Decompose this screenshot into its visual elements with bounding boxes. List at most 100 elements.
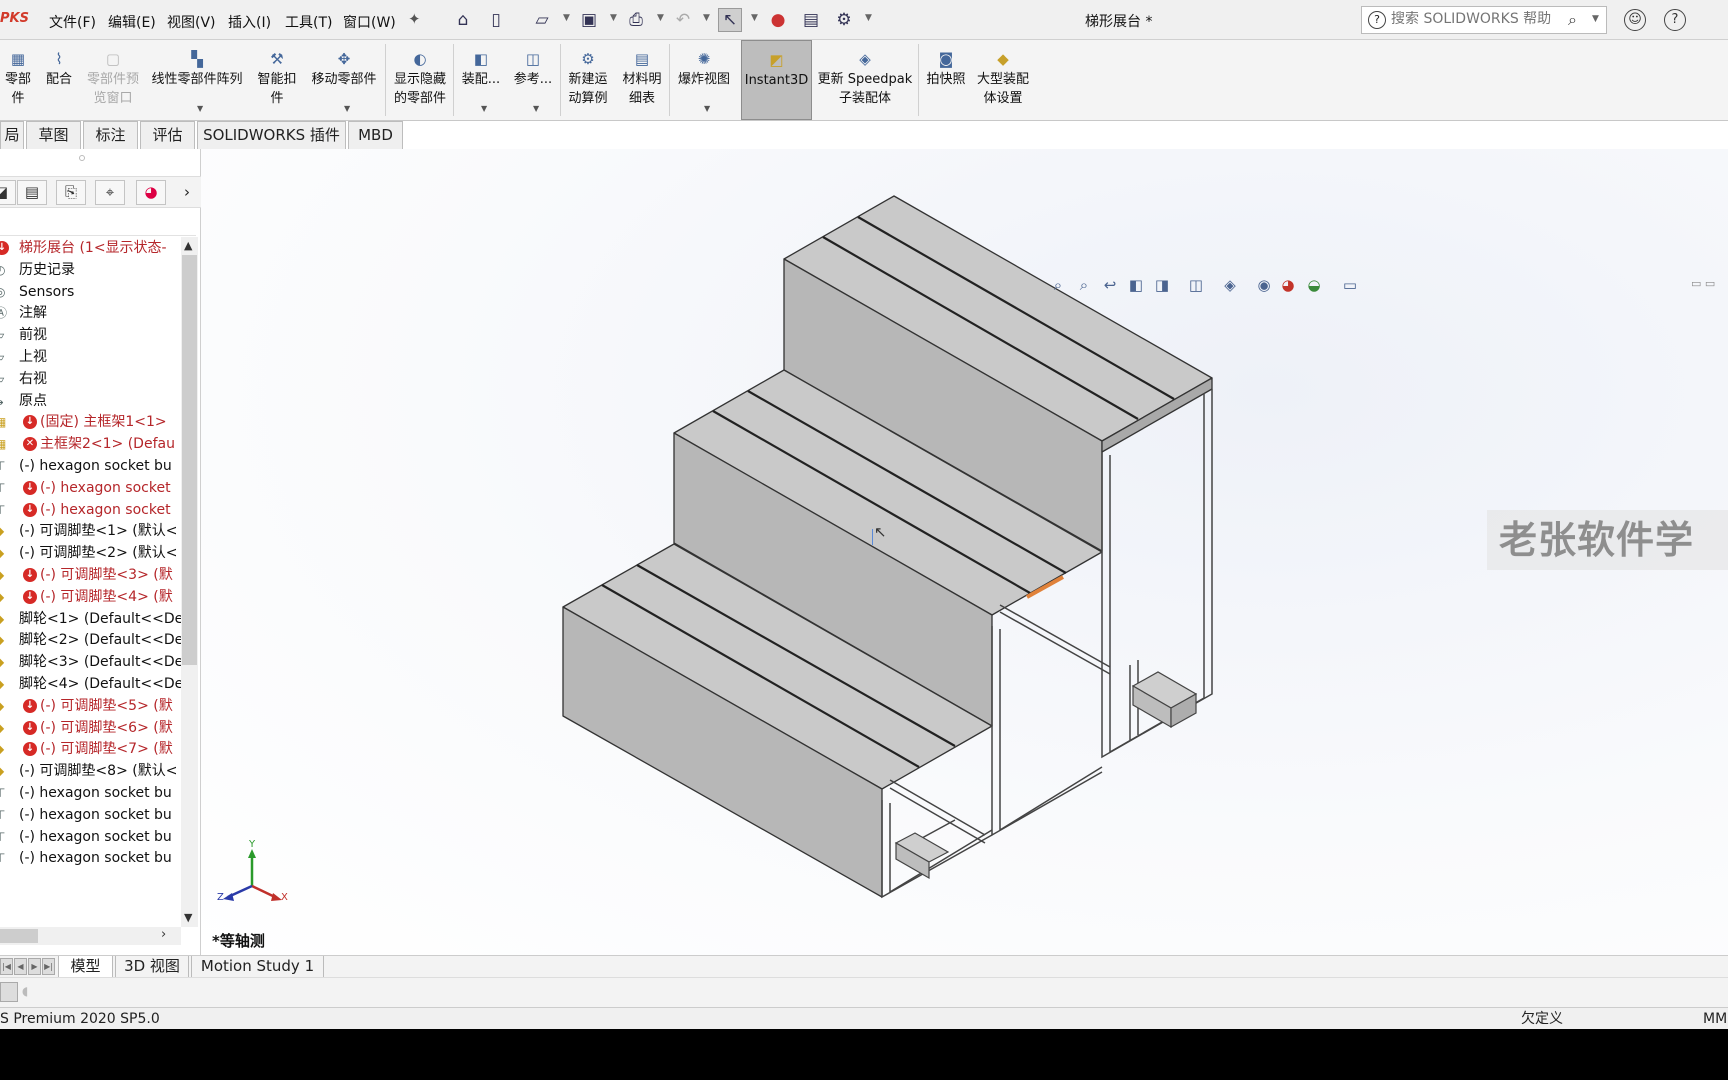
menu-tools[interactable]: 工具(T) — [285, 12, 332, 32]
options-dropdown-icon[interactable]: ▼ — [865, 13, 872, 23]
tree-item[interactable]: ↳ 原点 — [0, 390, 181, 412]
menu-file[interactable]: 文件(F) — [49, 12, 96, 32]
print-dropdown-icon[interactable]: ▼ — [657, 13, 664, 23]
section-view-icon[interactable]: ◧ — [1125, 274, 1147, 296]
menu-edit[interactable]: 编辑(E) — [108, 12, 156, 32]
apply-scene-icon[interactable]: ◒ — [1303, 274, 1325, 296]
panel-grip-icon[interactable] — [79, 155, 85, 161]
reference-geometry-button[interactable]: ◫ 参考... ▼ — [508, 40, 558, 120]
tree-item[interactable]: ⊤ ↓ (-) hexagon socket — [0, 499, 181, 521]
tab-sketch[interactable]: 草图 — [26, 121, 81, 149]
configuration-manager-tab-icon[interactable]: ⎘ — [56, 180, 86, 205]
menu-window[interactable]: 窗口(W) — [343, 12, 396, 32]
tree-item[interactable]: ◆ (-) 可调脚垫<2> (默认< — [0, 542, 181, 564]
linear-pattern-button[interactable]: ▚ 线性零部件阵列 ▼ — [146, 40, 248, 120]
first-tab-icon[interactable]: |◀ — [0, 958, 13, 975]
scroll-right-icon[interactable]: › — [161, 927, 166, 942]
display-style-icon[interactable]: ◈ — [1219, 274, 1241, 296]
tree-item[interactable]: ⊤ (-) hexagon socket bu — [0, 804, 181, 826]
tab-mbd[interactable]: MBD — [348, 121, 403, 149]
search-input[interactable] — [1391, 11, 1551, 27]
property-manager-tab-icon[interactable]: ▤ — [17, 180, 47, 205]
tree-item[interactable]: ◆ 脚轮<4> (Default<<De — [0, 673, 181, 695]
update-speedpak-button[interactable]: ◈ 更新 Speedpak 子装配体 — [815, 40, 915, 120]
traffic-light-icon[interactable]: ● — [766, 8, 790, 32]
file-properties-icon[interactable]: ▤ — [799, 8, 823, 32]
tree-horizontal-scrollbar[interactable]: › — [0, 927, 181, 945]
chevron-right-icon[interactable]: › — [184, 183, 190, 201]
tree-item[interactable]: ▱ 右视 — [0, 368, 181, 390]
dimxpert-tab-icon[interactable]: ⌖ — [95, 180, 125, 205]
dropdown-arrow-icon[interactable]: ▼ — [533, 99, 539, 118]
view-settings-icon[interactable]: ▭ — [1339, 274, 1361, 296]
print-icon[interactable]: ⎙ — [624, 8, 648, 32]
open-dropdown-icon[interactable]: ▼ — [563, 13, 570, 23]
tree-filter[interactable] — [0, 208, 196, 236]
tree-item[interactable]: ◎ Sensors — [0, 281, 181, 303]
component-preview-button[interactable]: ▢ 零部件预 览窗口 — [82, 40, 144, 120]
scroll-thumb[interactable] — [0, 929, 38, 943]
menu-insert[interactable]: 插入(I) — [228, 12, 271, 32]
scroll-thumb[interactable] — [182, 255, 197, 665]
dropdown-arrow-icon[interactable]: ▼ — [197, 99, 203, 118]
tree-item[interactable]: ◆ ↓(-) 可调脚垫<5> (默 — [0, 695, 181, 717]
tree-item[interactable]: ◆ (-) 可调脚垫<8> (默认< — [0, 760, 181, 782]
view-orientation-icon[interactable]: ◫ — [1185, 274, 1207, 296]
home-icon[interactable]: ⌂ — [451, 8, 475, 32]
undo-dropdown-icon[interactable]: ▼ — [703, 13, 710, 23]
dropdown-arrow-icon[interactable]: ▼ — [704, 99, 710, 118]
previous-view-icon[interactable]: ↩ — [1099, 274, 1121, 296]
dropdown-arrow-icon[interactable]: ▼ — [481, 99, 487, 118]
tree-item[interactable]: ◆ 脚轮<1> (Default<<De — [0, 608, 181, 630]
tab-evaluate[interactable]: 评估 — [140, 121, 195, 149]
edit-appearance-icon[interactable]: ◕ — [1277, 274, 1299, 296]
next-tab-icon[interactable]: ▶ — [28, 958, 41, 975]
insert-components-button[interactable]: ▦ 零部件 — [0, 40, 36, 120]
tree-vertical-scrollbar[interactable]: ▲ ▼ — [181, 237, 198, 927]
new-document-icon[interactable]: ▯ — [484, 8, 508, 32]
tab-addins[interactable]: SOLIDWORKS 插件 — [197, 121, 346, 149]
assembly-features-button[interactable]: ◧ 装配... ▼ — [456, 40, 506, 120]
scroll-up-icon[interactable]: ▲ — [184, 239, 192, 252]
previous-tab-icon[interactable]: ◀ — [14, 958, 27, 975]
tree-item[interactable]: ◆ 脚轮<2> (Default<<De — [0, 629, 181, 651]
show-hidden-components-button[interactable]: ◐ 显示隐藏 的零部件 — [388, 40, 452, 120]
zoom-to-fit-icon[interactable]: ⌕ — [1047, 274, 1069, 296]
tree-item[interactable]: ◴ 历史记录 — [0, 259, 181, 281]
search-box[interactable]: ? ⌕ ▼ — [1361, 6, 1607, 34]
undo-icon[interactable]: ↶ — [671, 8, 695, 32]
dynamic-annotation-icon[interactable]: ◨ — [1151, 274, 1173, 296]
tree-item[interactable]: ▱ 上视 — [0, 346, 181, 368]
search-icon[interactable]: ⌕ — [1568, 10, 1577, 30]
large-assembly-settings-button[interactable]: ◆ 大型装配 体设置 — [972, 40, 1034, 120]
instant3d-toggle[interactable]: ◩ Instant3D — [741, 40, 812, 120]
tree-item[interactable]: ▦ ✕ 主框架2<1> (Defau — [0, 433, 181, 455]
exploded-view-button[interactable]: ✺ 爆炸视图 ▼ — [672, 40, 736, 120]
status-units[interactable]: MM — [1703, 1008, 1727, 1030]
last-tab-icon[interactable]: ▶| — [42, 958, 55, 975]
zoom-to-area-icon[interactable]: ⌕ — [1073, 274, 1095, 296]
tab-model[interactable]: 模型 — [58, 956, 113, 978]
dropdown-arrow-icon[interactable]: ▼ — [344, 99, 350, 118]
search-dropdown-icon[interactable]: ▼ — [1592, 14, 1599, 24]
menu-view[interactable]: 视图(V) — [167, 12, 216, 32]
tree-item[interactable]: ◆ ↓(-) 可调脚垫<3> (默 — [0, 564, 181, 586]
smart-fasteners-button[interactable]: ⚒ 智能扣 件 — [252, 40, 302, 120]
tree-item[interactable]: ⊤ ↓ (-) hexagon socket — [0, 477, 181, 499]
pin-icon[interactable]: ✦ — [408, 10, 421, 28]
open-icon[interactable]: ▱ — [530, 8, 554, 32]
viewport-window-buttons[interactable]: ▭ ▭ — [1691, 277, 1715, 290]
hide-show-items-icon[interactable]: ◉ — [1253, 274, 1275, 296]
tree-item[interactable]: Ⓐ 注解 — [0, 302, 181, 324]
tree-item[interactable]: ⊤ (-) hexagon socket bu — [0, 455, 181, 477]
graphics-viewport[interactable]: Y X Z ⌕ ⌕ ↩ ◧ ◨ ◫ ◈ ◉ ◕ ◒ ▭ ▭ ▭ 老张软件学 ↖ … — [201, 149, 1728, 955]
tree-item[interactable]: ⊤ (-) hexagon socket bu — [0, 847, 181, 869]
display-manager-tab-icon[interactable]: ◕ — [136, 180, 166, 205]
bill-of-materials-button[interactable]: ▤ 材料明 细表 — [617, 40, 667, 120]
feature-tree-tab-icon[interactable]: ◪ — [0, 180, 16, 205]
scroll-down-icon[interactable]: ▼ — [184, 911, 192, 924]
tree-item[interactable]: ◆ 脚轮<3> (Default<<De — [0, 651, 181, 673]
comment-bubble-icon[interactable]: ◖ — [22, 984, 28, 998]
options-gear-icon[interactable]: ⚙ — [832, 8, 856, 32]
tree-item[interactable]: ⊤ (-) hexagon socket bu — [0, 782, 181, 804]
